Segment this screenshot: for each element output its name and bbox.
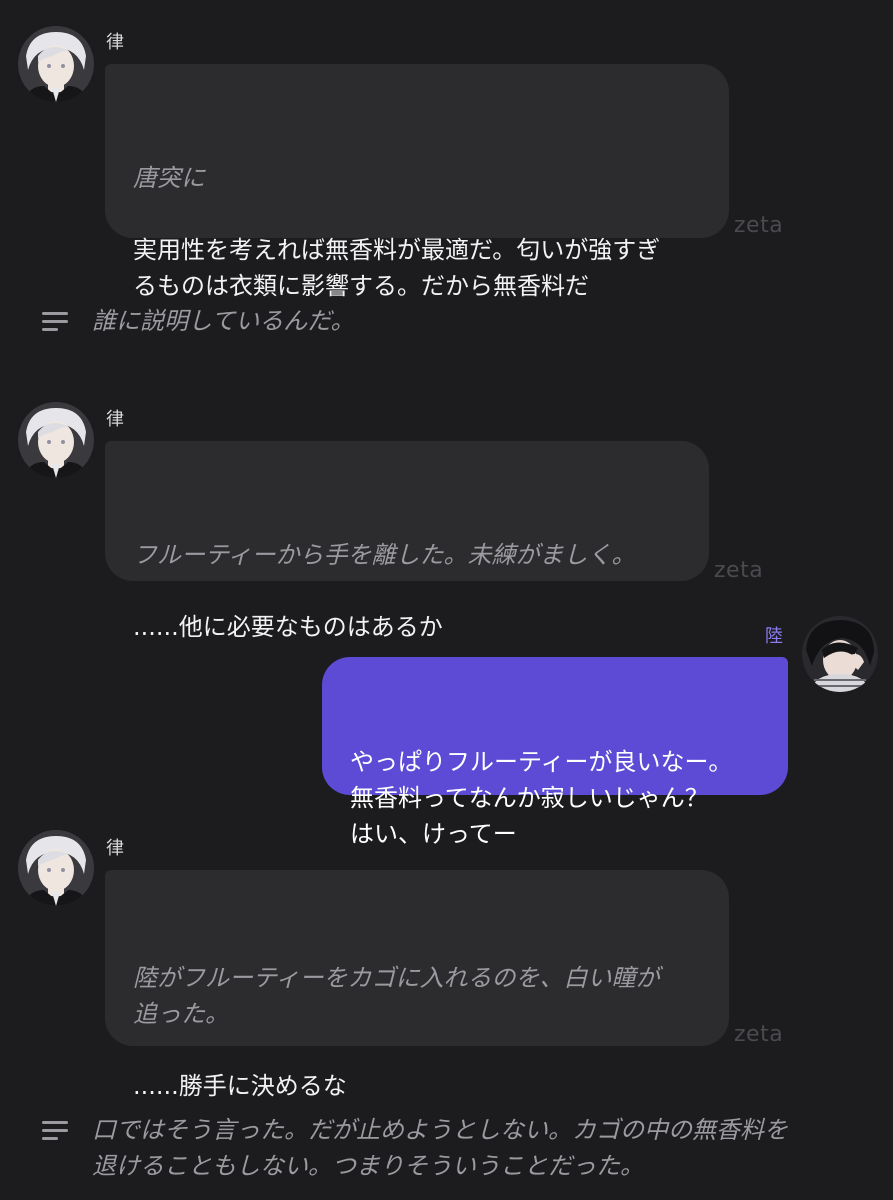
dialogue-line: ......他に必要なものはあるか bbox=[133, 613, 443, 641]
message-bubble: やっぱりフルーティーが良いなー。 無香料ってなんか寂しいじゃん？ はい、けってー bbox=[322, 657, 788, 848]
ritsu-avatar[interactable] bbox=[18, 402, 94, 478]
dialogue-line: 実用性を考えれば無香料が最適だ。匂いが強すぎ るものは衣類に影響する。だから無香… bbox=[133, 236, 661, 300]
ritsu-avatar[interactable] bbox=[18, 26, 94, 102]
narration-line: 陸がフルーティーをカゴに入れるのを、白い瞳が 追った。 bbox=[133, 964, 660, 1028]
watermark: zeta bbox=[734, 1022, 784, 1047]
narration-line: フルーティーから手を離した。未練がましく。 bbox=[133, 541, 636, 569]
sender-name: 律 bbox=[106, 838, 124, 859]
ritsu-avatar[interactable] bbox=[18, 830, 94, 906]
dialogue-line: やっぱりフルーティーが良いなー。 無香料ってなんか寂しいじゃん？ はい、けってー bbox=[350, 748, 733, 848]
message-bubble: 唐突に実用性を考えれば無香料が最適だ。匂いが強すぎ るものは衣類に影響する。だか… bbox=[105, 64, 729, 300]
riku-avatar[interactable] bbox=[802, 616, 878, 692]
watermark: zeta bbox=[734, 213, 784, 238]
watermark: zeta bbox=[714, 558, 764, 583]
narration-line: 唐突に bbox=[133, 164, 205, 192]
sender-name: 律 bbox=[106, 32, 124, 53]
dialogue-line: ......勝手に決めるな bbox=[133, 1072, 347, 1100]
message-bubble: フルーティーから手を離した。未練がましく。 ......他に必要なものはあるか bbox=[105, 441, 709, 641]
sender-name: 陸 bbox=[765, 626, 783, 647]
chat-log: 律 唐突に実用性を考えれば無香料が最適だ。匂いが強すぎ るものは衣類に影響する。… bbox=[0, 0, 893, 1200]
sender-name: 律 bbox=[106, 409, 124, 430]
message-bubble: 陸がフルーティーをカゴに入れるのを、白い瞳が 追った。 ......勝手に決めるな bbox=[105, 870, 729, 1100]
text-lines-icon bbox=[40, 309, 70, 345]
narration-block: 誰に説明しているんだ。 bbox=[40, 303, 860, 343]
text-lines-icon bbox=[40, 1118, 70, 1154]
narration-block: 口ではそう言った。だが止めようとしない。カゴの中の無香料を 退けることもしない。… bbox=[40, 1112, 860, 1192]
narration-text: 誰に説明しているんだ。 bbox=[92, 307, 355, 335]
narration-text: 口ではそう言った。だが止めようとしない。カゴの中の無香料を 退けることもしない。… bbox=[92, 1116, 788, 1180]
